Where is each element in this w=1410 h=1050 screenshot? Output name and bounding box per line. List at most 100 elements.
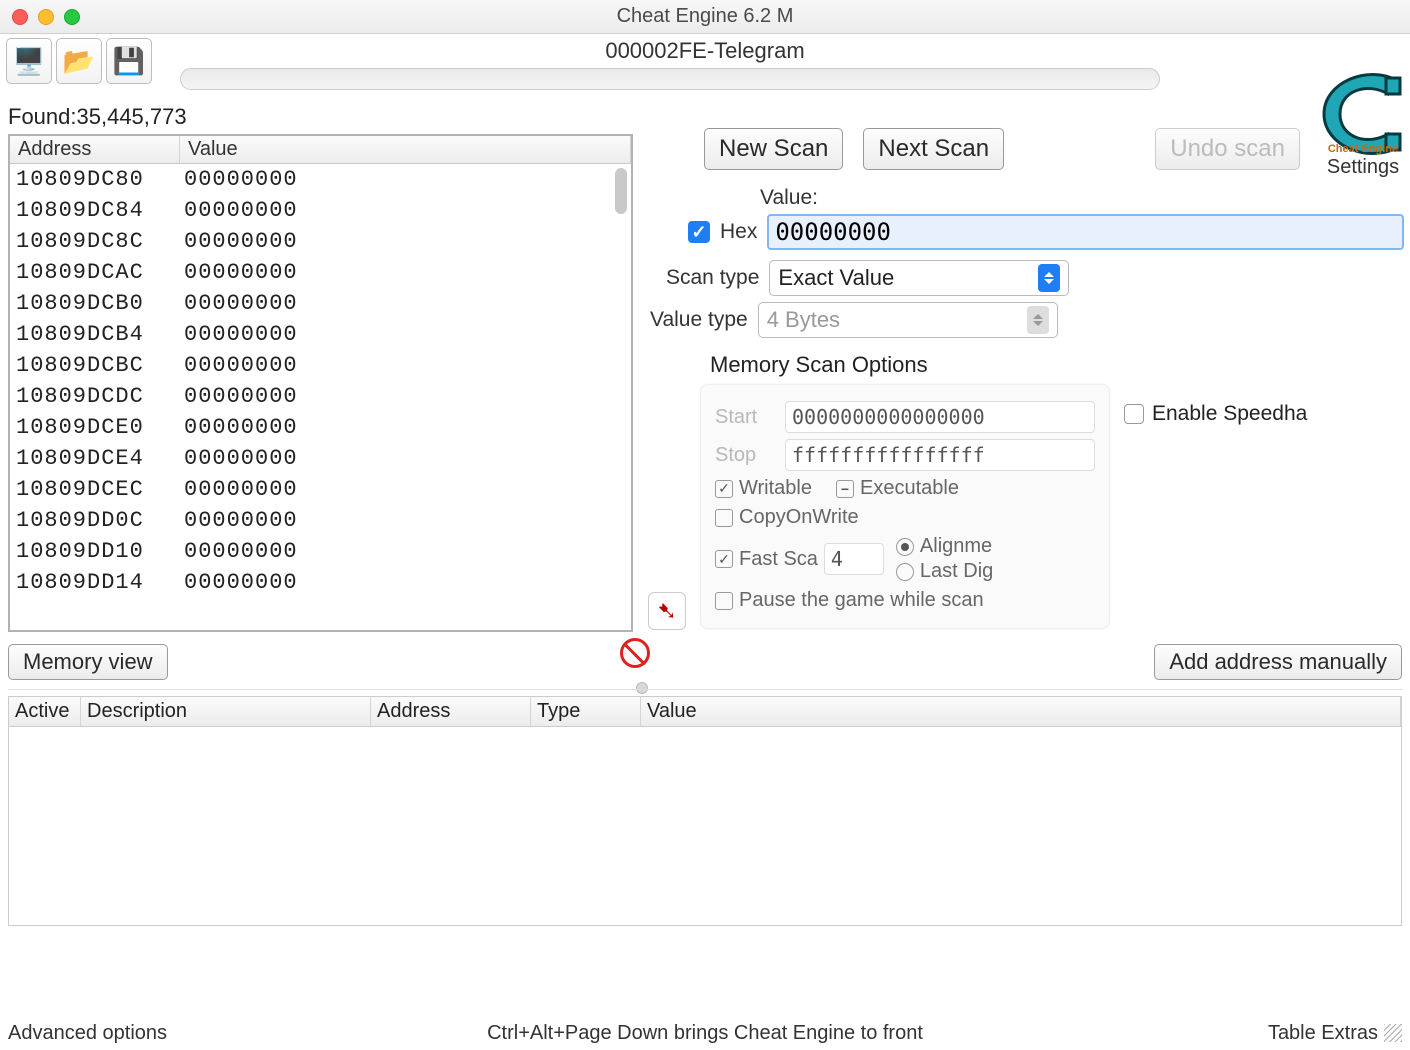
chevron-updown-icon [1038, 264, 1060, 292]
found-count: Found:35,445,773 [8, 104, 187, 130]
scrollbar-thumb[interactable] [615, 168, 627, 214]
value-type-label: Value type [650, 308, 748, 332]
result-value: 00000000 [180, 229, 631, 254]
status-bar: Advanced options Ctrl+Alt+Page Down brin… [8, 1018, 1402, 1048]
result-address: 10809DCE0 [10, 415, 180, 440]
splitter-handle[interactable] [636, 682, 648, 694]
fast-scan-checkbox[interactable] [715, 550, 733, 568]
result-value: 00000000 [180, 446, 631, 471]
column-header-address[interactable]: Address [10, 136, 180, 163]
result-value: 00000000 [180, 291, 631, 316]
cheat-table[interactable]: Active Description Address Type Value [8, 696, 1402, 926]
result-value: 00000000 [180, 570, 631, 595]
value-label: Value: [760, 186, 818, 210]
result-row[interactable]: 10809DCAC00000000 [10, 257, 631, 288]
save-file-button[interactable]: 💾 [106, 38, 152, 84]
result-row[interactable]: 10809DCBC00000000 [10, 350, 631, 381]
enable-speedhack-checkbox[interactable] [1124, 404, 1144, 424]
result-address: 10809DCEC [10, 477, 180, 502]
result-value: 00000000 [180, 198, 631, 223]
scan-results-list[interactable]: Address Value 10809DC800000000010809DC84… [8, 134, 633, 632]
chevron-updown-icon [1027, 306, 1049, 334]
process-name: 000002FE-Telegram [0, 38, 1410, 64]
result-address: 10809DC80 [10, 167, 180, 192]
pointer-scan-button[interactable]: ➷ [648, 592, 686, 630]
window-title: Cheat Engine 6.2 M [0, 5, 1410, 28]
copyonwrite-checkbox[interactable] [715, 509, 733, 527]
result-address: 10809DD14 [10, 570, 180, 595]
column-header-description[interactable]: Description [81, 697, 371, 726]
titlebar: Cheat Engine 6.2 M [0, 0, 1410, 34]
hex-checkbox[interactable]: ✓ [688, 221, 710, 243]
result-address: 10809DCB0 [10, 291, 180, 316]
horizontal-splitter[interactable] [8, 689, 1402, 690]
result-address: 10809DC8C [10, 229, 180, 254]
result-address: 10809DCBC [10, 353, 180, 378]
fast-scan-value-input[interactable] [824, 543, 884, 575]
floppy-disk-icon: 💾 [113, 46, 145, 77]
result-address: 10809DD0C [10, 508, 180, 533]
result-address: 10809DD10 [10, 539, 180, 564]
folder-open-icon: 📂 [63, 46, 95, 77]
cursor-arrow-icon: ➷ [657, 597, 677, 626]
result-row[interactable]: 10809DCB000000000 [10, 288, 631, 319]
new-scan-button[interactable]: New Scan [704, 128, 843, 170]
column-header-address[interactable]: Address [371, 697, 531, 726]
result-value: 00000000 [180, 384, 631, 409]
open-file-button[interactable]: 📂 [56, 38, 102, 84]
last-digits-radio[interactable] [896, 563, 914, 581]
result-address: 10809DC84 [10, 198, 180, 223]
column-header-type[interactable]: Type [531, 697, 641, 726]
column-header-active[interactable]: Active [9, 697, 81, 726]
result-row[interactable]: 10809DCEC00000000 [10, 474, 631, 505]
start-label: Start [715, 406, 775, 429]
hex-label: Hex [720, 220, 757, 244]
stop-label: Stop [715, 444, 775, 467]
memory-view-button[interactable]: Memory view [8, 644, 168, 680]
result-row[interactable]: 10809DD0C00000000 [10, 505, 631, 536]
select-process-button[interactable]: 🖥️ [6, 38, 52, 84]
enable-speedhack-label: Enable Speedha [1152, 402, 1307, 426]
computer-icon: 🖥️ [13, 46, 45, 77]
result-row[interactable]: 10809DCB400000000 [10, 319, 631, 350]
result-address: 10809DCAC [10, 260, 180, 285]
result-value: 00000000 [180, 322, 631, 347]
result-value: 00000000 [180, 260, 631, 285]
undo-scan-button[interactable]: Undo scan [1155, 128, 1300, 170]
scan-stop-input[interactable] [785, 439, 1095, 471]
alignment-radio[interactable] [896, 538, 914, 556]
add-address-manually-button[interactable]: Add address manually [1154, 644, 1402, 680]
result-address: 10809DCE4 [10, 446, 180, 471]
value-type-select[interactable]: 4 Bytes [758, 302, 1058, 338]
result-value: 00000000 [180, 415, 631, 440]
result-address: 10809DCDC [10, 384, 180, 409]
memory-scan-options-title: Memory Scan Options [710, 352, 1410, 378]
result-row[interactable]: 10809DD1400000000 [10, 567, 631, 598]
scan-progressbar [180, 68, 1160, 90]
column-header-value[interactable]: Value [180, 136, 631, 163]
pause-game-checkbox[interactable] [715, 592, 733, 610]
executable-checkbox[interactable] [836, 480, 854, 498]
result-row[interactable]: 10809DC8000000000 [10, 164, 631, 195]
result-row[interactable]: 10809DCE000000000 [10, 412, 631, 443]
status-hint: Ctrl+Alt+Page Down brings Cheat Engine t… [8, 1022, 1402, 1045]
scan-type-label: Scan type [666, 266, 759, 290]
result-row[interactable]: 10809DC8400000000 [10, 195, 631, 226]
result-row[interactable]: 10809DCE400000000 [10, 443, 631, 474]
result-row[interactable]: 10809DC8C00000000 [10, 226, 631, 257]
result-value: 00000000 [180, 353, 631, 378]
next-scan-button[interactable]: Next Scan [863, 128, 1004, 170]
result-value: 00000000 [180, 508, 631, 533]
result-value: 00000000 [180, 477, 631, 502]
scan-type-select[interactable]: Exact Value [769, 260, 1069, 296]
scan-start-input[interactable] [785, 401, 1095, 433]
scan-value-input[interactable] [767, 214, 1404, 250]
column-header-value[interactable]: Value [641, 697, 1401, 726]
memory-scan-options: Memory Scan Options Start Stop Writable … [650, 352, 1410, 629]
scan-panel: New Scan Next Scan Undo scan Value: ✓ He… [650, 128, 1410, 638]
result-value: 00000000 [180, 167, 631, 192]
top-toolbar: 000002FE-Telegram 🖥️ 📂 💾 Cheat Engine Se… [0, 34, 1410, 109]
writable-checkbox[interactable] [715, 480, 733, 498]
result-row[interactable]: 10809DCDC00000000 [10, 381, 631, 412]
result-row[interactable]: 10809DD1000000000 [10, 536, 631, 567]
